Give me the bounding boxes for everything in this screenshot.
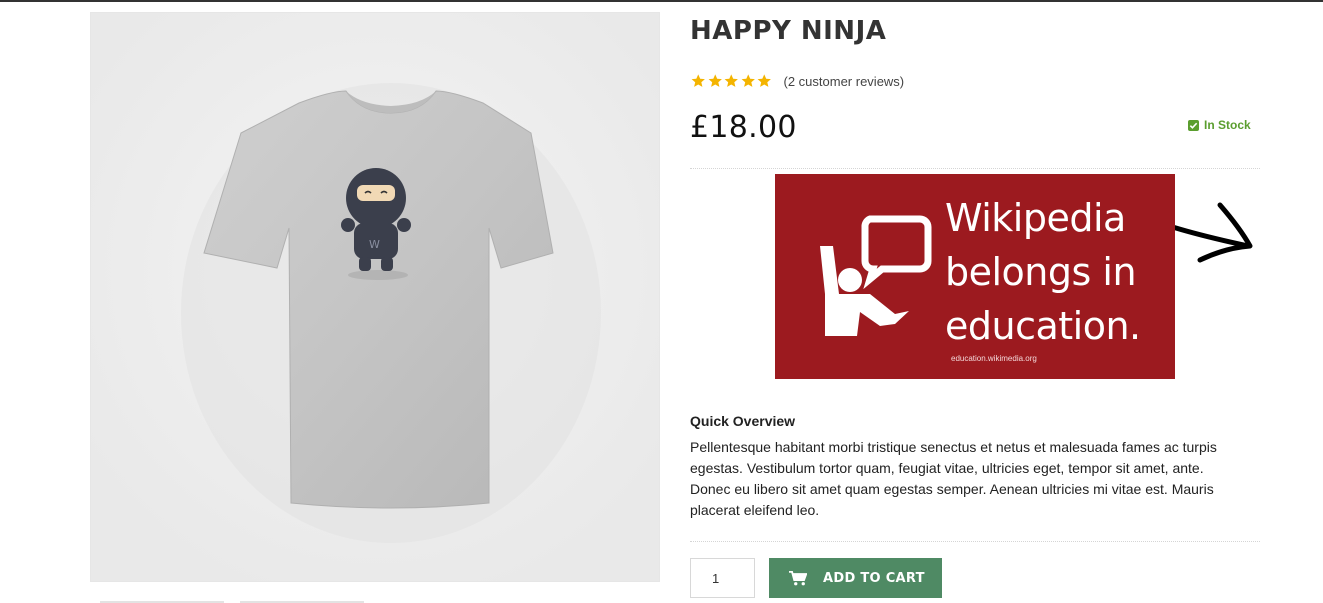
stock-status: In Stock [1188,118,1251,132]
quick-overview-text: Pellentesque habitant morbi tristique se… [690,439,1217,518]
star-rating [690,73,773,89]
star-icon [708,74,722,87]
product-price: £18.00 [690,110,797,145]
star-icon [741,74,755,87]
product-title: HAPPY NINJA [690,16,887,46]
customer-reviews-link[interactable]: (2 customer reviews) [784,74,905,89]
quick-overview-heading: Quick Overview [690,413,796,429]
stock-label: In Stock [1204,118,1251,132]
person-speech-bubble-icon [820,215,932,336]
divider [690,541,1260,542]
product-summary: HAPPY NINJA (2 customer reviews) £18.00 … [690,0,1260,603]
banner-line-3: education. [945,304,1141,348]
divider [690,168,1260,169]
banner-url: education.wikimedia.org [951,354,1037,363]
add-to-cart-label: ADD TO CART [823,570,925,586]
star-icon [757,74,771,87]
banner-line-1: Wikipedia [945,196,1126,240]
banner-line-2: belongs in [945,250,1137,294]
star-icon [724,74,738,87]
add-to-cart-button[interactable]: ADD TO CART [769,558,942,598]
star-icon [691,74,705,87]
ninja-tshirt-image: W [91,13,659,581]
rating-row: (2 customer reviews) [690,72,904,90]
arrow-annotation [1027,175,1253,263]
check-icon [1188,119,1199,131]
shopping-cart-icon [789,570,807,585]
wikipedia-education-banner[interactable]: Wikipedia belongs in education. educatio… [775,174,1175,379]
svg-text:W: W [369,238,380,251]
quantity-input[interactable] [690,558,755,598]
product-image[interactable]: W [90,12,660,582]
